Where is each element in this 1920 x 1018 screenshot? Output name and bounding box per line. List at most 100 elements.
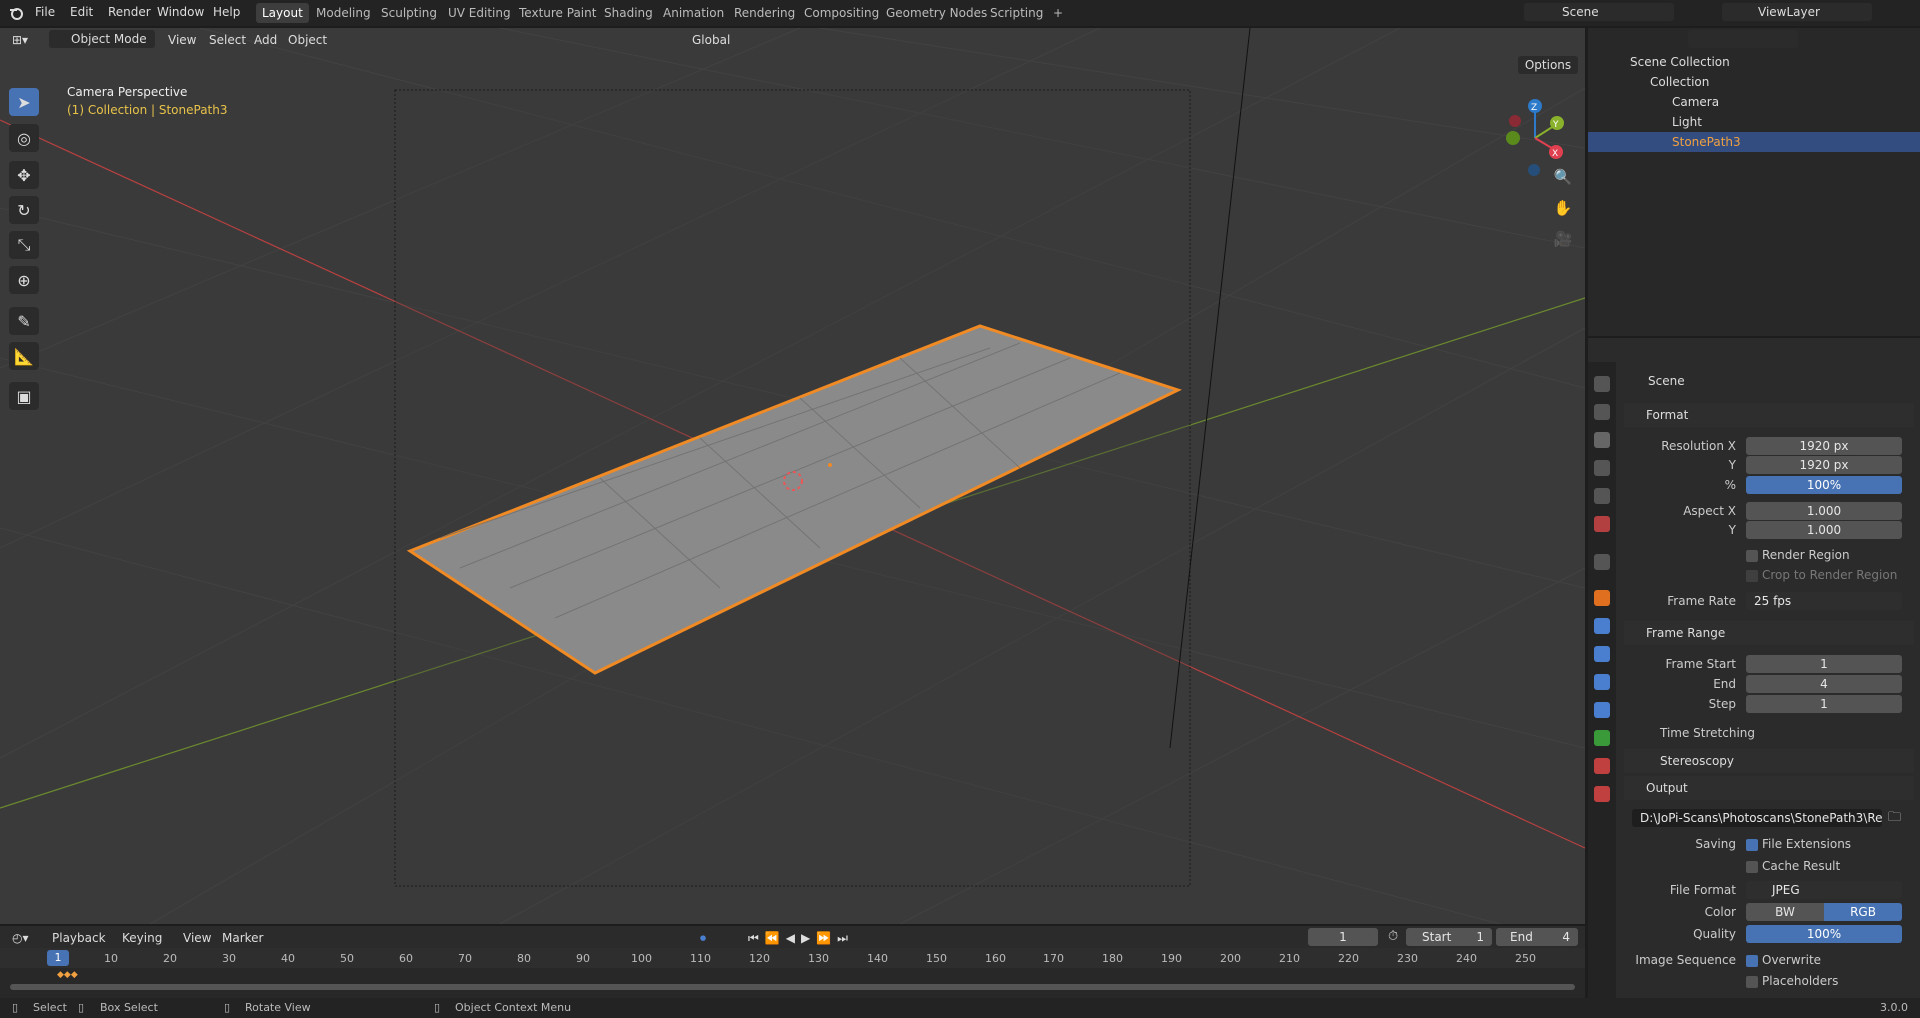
3d-viewport[interactable]: Camera Perspective (1) Collection | Ston… [0,28,1585,924]
frame-step-field[interactable]: 1 [1746,695,1902,713]
pan-hand-icon[interactable]: ✋ [1551,199,1575,223]
outliner-item-stonepath3[interactable]: StonePath3 [1588,132,1920,152]
time-stretching-subpanel[interactable]: Time Stretching [1660,726,1755,740]
playback-menu[interactable]: Playback [52,929,106,947]
mode-selector[interactable]: Object Mode [49,30,155,48]
add-menu[interactable]: Add [254,31,277,49]
tab-geometry-nodes[interactable]: Geometry Nodes [880,3,993,23]
tool-tab-icon[interactable] [1594,376,1610,392]
world-tab-icon[interactable] [1594,516,1610,532]
view-layer-tab-icon[interactable] [1594,460,1610,476]
outliner-item-camera[interactable]: Camera [1588,92,1920,112]
annotate-tool[interactable]: ✎ [9,307,39,335]
transform-tool[interactable]: ⊕ [9,266,39,294]
view-menu[interactable]: View [168,31,196,49]
move-tool[interactable]: ✥ [9,161,39,189]
record-icon[interactable]: ⏺ [700,929,706,947]
playhead[interactable]: 1 [47,950,69,966]
collection-tab-icon[interactable] [1594,554,1610,570]
cache-result-checkbox[interactable] [1746,861,1758,873]
color-bw-button[interactable]: BW [1746,903,1824,921]
file-format-dropdown[interactable]: JPEG [1746,881,1902,899]
menu-render[interactable]: Render [108,5,151,19]
scene-collection-row[interactable]: Scene Collection [1588,52,1920,72]
scene-selector[interactable]: Scene [1524,3,1674,21]
material-tab-icon[interactable] [1594,758,1610,774]
cursor-tool[interactable]: ◎ [9,124,39,152]
stereoscopy-panel-header[interactable]: Stereoscopy [1624,749,1914,773]
quality-slider[interactable]: 100% [1746,925,1902,943]
frame-range-panel-header[interactable]: Frame Range [1624,621,1914,645]
render-tab-icon[interactable] [1594,404,1610,420]
render-region-checkbox[interactable] [1746,550,1758,562]
tab-modeling[interactable]: Modeling [310,3,377,23]
menu-file[interactable]: File [35,5,55,19]
resolution-x-field[interactable]: 1920 px [1746,437,1902,455]
placeholders-checkbox[interactable] [1746,976,1758,988]
tab-uv-editing[interactable]: UV Editing [442,3,517,23]
modifier-tab-icon[interactable] [1594,618,1610,634]
add-cube-tool[interactable]: ▣ [9,382,39,410]
object-tab-icon[interactable] [1594,590,1610,606]
physics-tab-icon[interactable] [1594,674,1610,690]
viewport-canvas[interactable] [0,28,1585,924]
current-frame-field[interactable]: 1 [1308,928,1378,946]
menu-edit[interactable]: Edit [70,5,93,19]
tab-compositing[interactable]: Compositing [798,3,885,23]
output-path-field[interactable]: D:\JoPi-Scans\Photoscans\StonePath3\Rend… [1632,809,1882,827]
tab-sculpting[interactable]: Sculpting [375,3,443,23]
tab-scripting[interactable]: Scripting [984,3,1049,23]
frame-start-field[interactable]: 1 [1746,655,1902,673]
scene-tab-icon[interactable] [1594,488,1610,504]
output-panel-header[interactable]: Output [1624,776,1914,800]
tab-layout[interactable]: Layout [256,3,309,23]
frame-rate-dropdown[interactable]: 25 fps [1746,592,1902,610]
object-menu[interactable]: Object [288,31,327,49]
select-box-tool[interactable]: ➤ [9,88,39,116]
outliner-item-light[interactable]: Light [1588,112,1920,132]
aspect-x-field[interactable]: 1.000 [1746,502,1902,520]
rotate-tool[interactable]: ↻ [9,196,39,224]
file-extensions-checkbox[interactable] [1746,839,1758,851]
start-frame-field[interactable]: Start 1 [1406,928,1492,946]
tab-texture-paint[interactable]: Texture Paint [513,3,602,23]
transform-orientation[interactable]: Global [692,31,730,49]
frame-end-field[interactable]: 4 [1746,675,1902,693]
folder-icon[interactable]: 🗀 [1888,808,1901,830]
marker-menu[interactable]: Marker [222,929,263,947]
format-panel-header[interactable]: Format [1624,403,1914,427]
menu-window[interactable]: Window [157,5,204,19]
data-tab-icon[interactable] [1594,730,1610,746]
texture-tab-icon[interactable] [1594,786,1610,802]
zoom-icon[interactable]: 🔍 [1551,168,1575,192]
view-layer-selector[interactable]: ViewLayer [1722,3,1872,21]
keying-menu[interactable]: Keying [122,929,162,947]
editor-type-icon[interactable]: ⊞▾ [12,31,28,49]
aspect-y-field[interactable]: 1.000 [1746,521,1902,539]
add-workspace-button[interactable]: + [1047,3,1069,23]
overwrite-checkbox[interactable] [1746,955,1758,967]
resolution-y-field[interactable]: 1920 px [1746,456,1902,474]
timeline-editor-icon[interactable]: ◴▾ [12,929,29,947]
particles-tab-icon[interactable] [1594,646,1610,662]
tab-shading[interactable]: Shading [598,3,659,23]
options-button[interactable]: Options [1518,56,1578,74]
resolution-percent-field[interactable]: 100% [1746,476,1902,494]
camera-view-icon[interactable]: 🎥 [1551,230,1575,254]
constraints-tab-icon[interactable] [1594,702,1610,718]
timeline-scrollbar[interactable] [10,984,1575,990]
output-tab-icon[interactable] [1594,432,1610,448]
select-menu[interactable]: Select [209,31,246,49]
color-rgb-button[interactable]: RGB [1824,903,1902,921]
menu-help[interactable]: Help [213,5,240,19]
timeline-view-menu[interactable]: View [183,929,211,947]
crop-checkbox[interactable] [1746,570,1758,582]
blender-logo-icon[interactable] [8,5,24,21]
playback-controls-icon[interactable]: ⏮⏪◀▶⏩⏭ [748,929,854,947]
collection-row[interactable]: Collection [1588,72,1920,92]
tab-animation[interactable]: Animation [657,3,730,23]
outliner-search[interactable] [1688,30,1798,48]
scale-tool[interactable]: ⤡ [9,231,39,259]
stopwatch-icon[interactable]: ⏱ [1388,929,1398,944]
tab-rendering[interactable]: Rendering [728,3,801,23]
